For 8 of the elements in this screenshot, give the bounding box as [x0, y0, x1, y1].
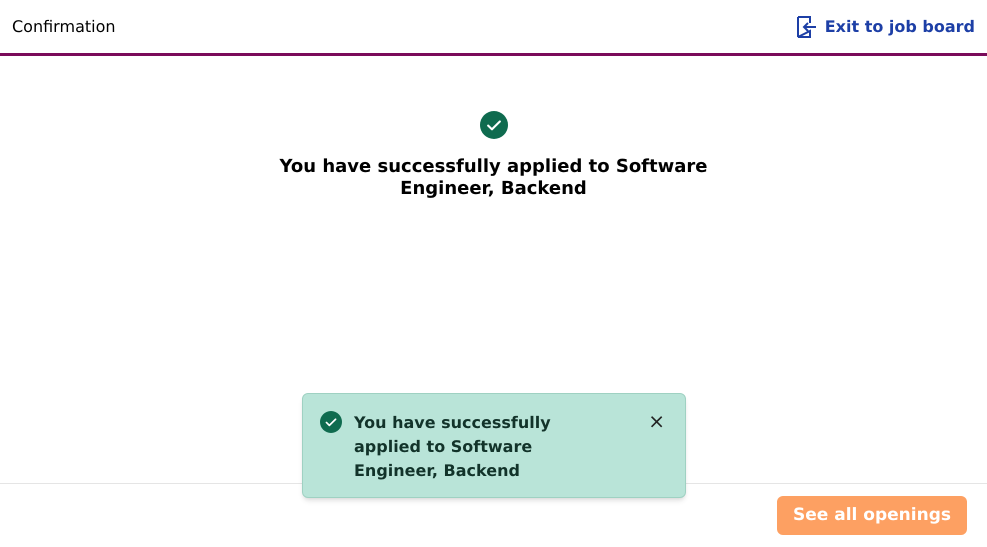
exit-icon — [796, 16, 817, 38]
confirmation-message: You have successfully applied to Software Engineer, Backend — [278, 156, 708, 200]
toast-message: You have successfully applied to Software Engineer, Backend — [354, 412, 552, 482]
success-icon — [320, 411, 342, 433]
success-icon — [480, 111, 508, 139]
exit-link[interactable]: Exit to job board — [796, 14, 975, 38]
page-title: Confirmation — [12, 16, 116, 38]
close-button[interactable]: × — [648, 411, 665, 431]
